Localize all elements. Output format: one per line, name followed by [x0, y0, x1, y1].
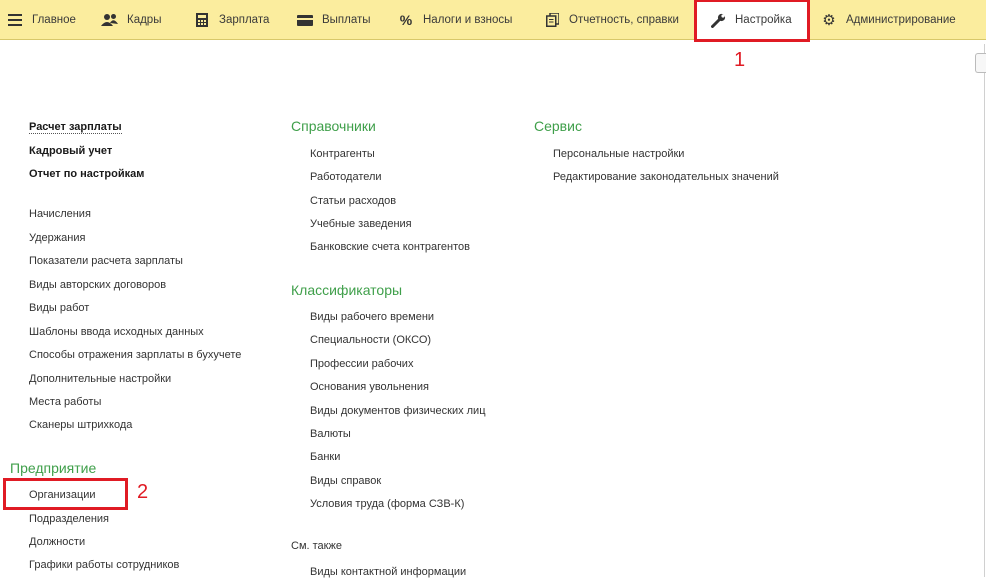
percent-icon: % [399, 12, 413, 28]
section-salary[interactable]: Зарплата [193, 0, 269, 40]
section-label: Отчетность, справки [569, 14, 679, 26]
link-settings-report[interactable]: Отчет по настройкам [29, 168, 144, 180]
section-taxes[interactable]: % Налоги и взносы [397, 0, 513, 40]
link-dismissal-grounds[interactable]: Основания увольнения [310, 381, 429, 393]
link-expense-items[interactable]: Статьи расходов [310, 195, 396, 207]
section-main[interactable]: Главное [6, 0, 76, 40]
link-edit-legislative-values[interactable]: Редактирование законодательных значений [553, 171, 779, 183]
link-label: Отчет по настройкам [29, 168, 145, 180]
link-work-schedules[interactable]: Графики работы сотрудников [29, 559, 179, 571]
link-working-time-types[interactable]: Виды рабочего времени [310, 311, 434, 323]
link-barcode-scanners[interactable]: Сканеры штрихкода [29, 419, 132, 431]
link-salary-indicators[interactable]: Показатели расчета зарплаты [29, 255, 183, 267]
link-working-conditions[interactable]: Условия труда (форма СЗВ-К) [310, 498, 464, 510]
link-deductions[interactable]: Удержания [29, 232, 85, 244]
link-employers[interactable]: Работодатели [310, 171, 382, 183]
group-title-service: Сервис [534, 118, 582, 134]
collapse-panel-button[interactable] [975, 53, 986, 73]
link-author-contract-types[interactable]: Виды авторских договоров [29, 279, 166, 291]
section-label: Кадры [127, 14, 162, 26]
section-label: Зарплата [219, 14, 270, 26]
link-id-document-types[interactable]: Виды документов физических лиц [310, 405, 486, 417]
link-departments[interactable]: Подразделения [29, 513, 109, 525]
sections-bar: Главное Кадры Зарплата Выплаты % Налоги … [0, 0, 986, 40]
link-label: Кадровый учет [29, 145, 113, 157]
annotation-box-2 [3, 478, 128, 510]
section-label: Главное [32, 14, 76, 26]
link-banks[interactable]: Банки [310, 451, 340, 463]
section-payments[interactable]: Выплаты [296, 0, 371, 40]
link-certificate-types[interactable]: Виды справок [310, 475, 381, 487]
link-worker-professions[interactable]: Профессии рабочих [310, 358, 413, 370]
link-accruals[interactable]: Начисления [29, 208, 91, 220]
section-label: Выплаты [322, 14, 371, 26]
link-workplaces[interactable]: Места работы [29, 396, 101, 408]
group-title-classifiers: Классификаторы [291, 282, 403, 298]
link-currencies[interactable]: Валюты [310, 428, 351, 440]
link-label: Расчет зарплаты [29, 121, 122, 134]
documents-icon [543, 11, 561, 29]
link-payroll-settings[interactable]: Расчет зарплаты [29, 121, 122, 134]
link-salary-accounting-methods[interactable]: Способы отражения зарплаты в бухучете [29, 349, 241, 361]
section-label: Администрирование [846, 14, 956, 26]
section-administration[interactable]: ⚙ Администрирование [820, 0, 956, 40]
link-specialties-okso[interactable]: Специальности (ОКСО) [310, 334, 431, 346]
link-work-types[interactable]: Виды работ [29, 302, 89, 314]
wallet-icon [296, 11, 314, 29]
panel-border [984, 44, 985, 577]
gear-icon: ⚙ [822, 12, 836, 29]
link-counterparties[interactable]: Контрагенты [310, 148, 375, 160]
link-additional-settings[interactable]: Дополнительные настройки [29, 373, 171, 385]
people-icon [101, 11, 119, 29]
section-label: Налоги и взносы [423, 14, 513, 26]
group-title-enterprise: Предприятие [10, 460, 97, 476]
group-title-see-also: См. также [291, 540, 342, 552]
section-personnel[interactable]: Кадры [101, 0, 161, 40]
link-counterparty-bank-accounts[interactable]: Банковские счета контрагентов [310, 241, 470, 253]
link-personal-settings[interactable]: Персональные настройки [553, 148, 684, 160]
hamburger-icon [6, 11, 24, 29]
group-title-references: Справочники [291, 118, 376, 134]
annotation-box-1 [694, 0, 810, 42]
link-input-templates[interactable]: Шаблоны ввода исходных данных [29, 326, 204, 338]
link-positions[interactable]: Должности [29, 536, 85, 548]
calculator-icon [193, 11, 211, 29]
annotation-number-1: 1 [734, 49, 746, 71]
annotation-number-2: 2 [137, 481, 149, 503]
link-contact-info-types[interactable]: Виды контактной информации [310, 566, 466, 578]
link-hr-settings[interactable]: Кадровый учет [29, 145, 112, 157]
link-educational-institutions[interactable]: Учебные заведения [310, 218, 412, 230]
section-reports[interactable]: Отчетность, справки [543, 0, 679, 40]
